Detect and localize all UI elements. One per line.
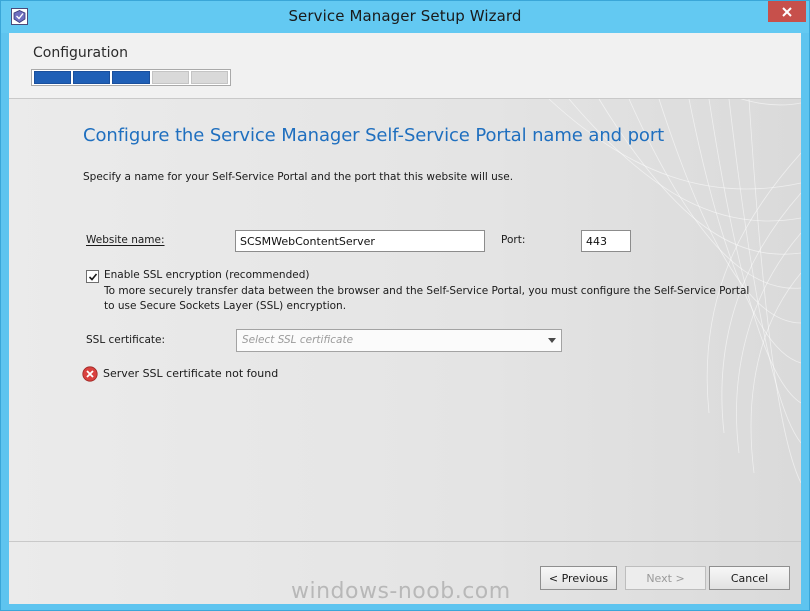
- progress-segment: [151, 71, 189, 84]
- decorative-wave-background: [9, 33, 801, 604]
- progress-segment: [112, 71, 150, 84]
- checkmark-icon: [88, 272, 97, 281]
- port-label: Port:: [501, 234, 526, 246]
- close-icon: [782, 6, 792, 17]
- progress-segment: [73, 71, 111, 84]
- previous-button[interactable]: < Previous: [540, 566, 617, 590]
- enable-ssl-label[interactable]: Enable SSL encryption (recommended): [104, 269, 309, 281]
- section-title: Configuration: [33, 45, 128, 61]
- instructions-text: Specify a name for your Self-Service Por…: [83, 171, 514, 183]
- cancel-button[interactable]: Cancel: [709, 566, 790, 590]
- title-bar[interactable]: Service Manager Setup Wizard: [1, 1, 809, 33]
- next-button[interactable]: Next >: [625, 566, 706, 590]
- enable-ssl-checkbox[interactable]: [86, 270, 99, 283]
- progress-bar: [31, 69, 231, 86]
- website-name-label: Website name:: [86, 234, 165, 246]
- progress-segment: [190, 71, 229, 84]
- error-icon: [82, 366, 98, 382]
- ssl-certificate-label: SSL certificate:: [86, 334, 166, 346]
- close-button[interactable]: [768, 1, 806, 22]
- setup-wizard-window: Service Manager Setup Wizard Configurati…: [0, 0, 810, 611]
- page-heading: Configure the Service Manager Self-Servi…: [83, 125, 665, 146]
- footer-divider: [9, 541, 801, 542]
- window-title: Service Manager Setup Wizard: [288, 7, 522, 25]
- error-message: Server SSL certificate not found: [103, 367, 279, 380]
- ssl-description: To more securely transfer data between t…: [104, 285, 750, 312]
- ssl-certificate-dropdown[interactable]: Select SSL certificate: [236, 329, 562, 352]
- website-name-input[interactable]: [235, 230, 485, 252]
- ssl-certificate-placeholder: Select SSL certificate: [242, 334, 354, 346]
- watermark: windows-noob.com: [291, 579, 511, 604]
- progress-segment: [34, 71, 72, 84]
- website-name-label-text: Website name:: [86, 234, 165, 246]
- wizard-header: Configuration: [9, 33, 801, 99]
- chevron-down-icon: [548, 338, 556, 343]
- wizard-body: Configuration Configure the Service Mana…: [9, 33, 801, 604]
- port-input[interactable]: [581, 230, 631, 252]
